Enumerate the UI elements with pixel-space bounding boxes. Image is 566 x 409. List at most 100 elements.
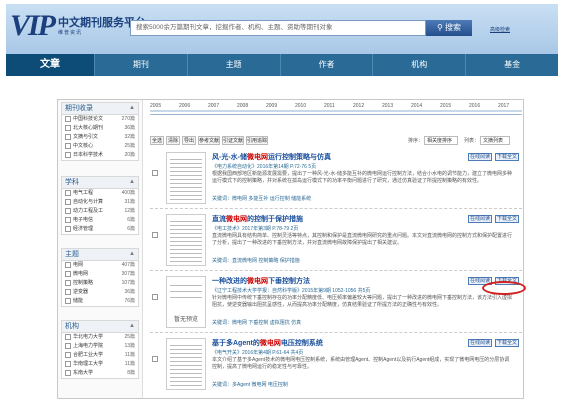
advanced-search-link[interactable]: 高级检索 bbox=[490, 26, 510, 33]
facet-item[interactable]: 东南大学 8篇 bbox=[62, 369, 138, 378]
timeline-year[interactable]: 2012 bbox=[353, 103, 364, 109]
result-checkbox[interactable] bbox=[152, 232, 158, 238]
timeline-year[interactable]: 2006 bbox=[179, 103, 190, 109]
nav-tab-articles[interactable]: 文章 bbox=[6, 54, 95, 76]
download-button[interactable]: 下载全文 bbox=[495, 153, 519, 161]
checkbox[interactable] bbox=[65, 225, 71, 232]
nav-tab-institutions[interactable]: 机构 bbox=[373, 54, 467, 76]
search-button[interactable]: ⚲ 搜索 bbox=[426, 20, 472, 36]
nav-tab-topics[interactable]: 主题 bbox=[188, 54, 281, 76]
facet-item[interactable]: 中国科技论文 270篇 bbox=[62, 115, 138, 124]
checkbox[interactable] bbox=[65, 297, 71, 304]
chevron-up-icon[interactable]: ▲ bbox=[129, 177, 135, 188]
facet-item[interactable]: 华南理工大学 11篇 bbox=[62, 360, 138, 369]
facet-item[interactable]: 北大核心期刊 36篇 bbox=[62, 124, 138, 133]
facet-item[interactable]: 微电网 307篇 bbox=[62, 270, 138, 279]
timeline-year[interactable]: 2014 bbox=[411, 103, 422, 109]
facet-item[interactable]: 电网 407篇 bbox=[62, 261, 138, 270]
result-meta[interactable]: 《辽宁工程技术大学学报：自然科学版》2015年第9期 1052-1056 共5页 bbox=[212, 287, 370, 294]
result-title[interactable]: 基于多Agent的微电网电压控制系统 bbox=[212, 338, 323, 348]
result-meta[interactable]: 《电气开关》2016年第4期 P.61-64 共4页 bbox=[212, 349, 303, 356]
chevron-up-icon[interactable]: ▲ bbox=[129, 249, 135, 260]
checkbox[interactable] bbox=[65, 115, 71, 122]
checkbox[interactable] bbox=[65, 261, 71, 268]
download-button[interactable]: 下载全文 bbox=[495, 215, 519, 223]
result-keywords[interactable]: 关键词：多Agent 微电网 电压控制 bbox=[212, 381, 288, 388]
nav-tab-journals[interactable]: 期刊 bbox=[95, 54, 188, 76]
result-meta[interactable]: 《电力系统自动化》2016年第14期 P.72-76 5页 bbox=[212, 163, 316, 170]
export-button[interactable]: 导出 bbox=[182, 136, 196, 145]
result-title[interactable]: 风-光-水-储微电网运行控制策略与仿真 bbox=[212, 152, 331, 162]
checkbox[interactable] bbox=[65, 270, 71, 277]
result-title[interactable]: 直流微电网的控制于保护措施 bbox=[212, 214, 303, 224]
timeline-year[interactable]: 2005 bbox=[150, 103, 161, 109]
download-button[interactable]: 下载全文 bbox=[495, 339, 519, 347]
result-meta[interactable]: 《电工技术》2017年第3期 P.78-79 2页 bbox=[212, 225, 298, 232]
site-logo[interactable]: VIP 中文期刊服务平台 维普资讯 bbox=[10, 11, 146, 41]
timeline-year[interactable]: 2016 bbox=[469, 103, 480, 109]
result-thumbnail[interactable] bbox=[166, 152, 206, 204]
checkbox[interactable] bbox=[65, 351, 71, 358]
chevron-up-icon[interactable]: ▲ bbox=[129, 321, 135, 332]
checkbox[interactable] bbox=[65, 151, 71, 158]
facet-item[interactable]: 动力工程及工 12篇 bbox=[62, 207, 138, 216]
year-timeline[interactable]: 2005 2006 2007 2008 2009 2010 2011 2012 … bbox=[150, 100, 522, 115]
checkbox[interactable] bbox=[65, 216, 71, 223]
result-checkbox[interactable] bbox=[152, 356, 158, 362]
facet-item[interactable]: 逆变器 36篇 bbox=[62, 288, 138, 297]
timeline-year[interactable]: 2011 bbox=[324, 103, 335, 109]
search-input[interactable]: 搜索5000余万篇期刊文章，挖掘作者、机构、主题、资助等期刊对象 bbox=[130, 20, 426, 36]
facet-item[interactable]: 文摘与引文 32篇 bbox=[62, 133, 138, 142]
result-title[interactable]: 一种改进的微电网下垂控制方法 bbox=[212, 276, 310, 286]
checkbox[interactable] bbox=[65, 133, 71, 140]
timeline-year[interactable]: 2010 bbox=[295, 103, 306, 109]
citation-tracking-button[interactable]: 引用追踪 bbox=[246, 136, 268, 145]
timeline-year[interactable]: 2007 bbox=[208, 103, 219, 109]
citations-button[interactable]: 引证文献 bbox=[222, 136, 244, 145]
checkbox[interactable] bbox=[65, 288, 71, 295]
facet-item[interactable]: 中文核心 25篇 bbox=[62, 142, 138, 151]
timeline-year[interactable]: 2015 bbox=[440, 103, 451, 109]
select-all-button[interactable]: 全选 bbox=[150, 136, 164, 145]
facet-item[interactable]: 储能 76篇 bbox=[62, 297, 138, 306]
facet-item[interactable]: 电子电信 6篇 bbox=[62, 216, 138, 225]
read-online-button[interactable]: 在线阅读 bbox=[468, 339, 492, 347]
read-online-button[interactable]: 在线阅读 bbox=[468, 153, 492, 161]
chevron-up-icon[interactable]: ▲ bbox=[129, 103, 135, 114]
timeline-year[interactable]: 2008 bbox=[237, 103, 248, 109]
result-checkbox[interactable] bbox=[152, 294, 158, 300]
references-button[interactable]: 参考文献 bbox=[198, 136, 220, 145]
result-thumbnail[interactable] bbox=[166, 214, 206, 266]
read-online-button[interactable]: 在线阅读 bbox=[468, 215, 492, 223]
facet-item[interactable]: 日本科学技术 20篇 bbox=[62, 151, 138, 160]
nav-tab-authors[interactable]: 作者 bbox=[281, 54, 374, 76]
result-keywords[interactable]: 关键词：微电网 多能互补 运行控制 储能系统 bbox=[212, 195, 311, 202]
facet-item[interactable]: 华北电力大学 25篇 bbox=[62, 333, 138, 342]
checkbox[interactable] bbox=[65, 189, 71, 196]
result-keywords[interactable]: 关键词：微电网 下垂控制 虚拟阻抗 仿真 bbox=[212, 319, 301, 326]
facet-item[interactable]: 控制策略 107篇 bbox=[62, 279, 138, 288]
checkbox[interactable] bbox=[65, 342, 71, 349]
facet-item[interactable]: 上海电力学院 13篇 bbox=[62, 342, 138, 351]
timeline-year[interactable]: 2013 bbox=[382, 103, 393, 109]
checkbox[interactable] bbox=[65, 207, 71, 214]
checkbox[interactable] bbox=[65, 360, 71, 367]
facet-item[interactable]: 经济管理 6篇 bbox=[62, 225, 138, 234]
result-keywords[interactable]: 关键词：直流微电网 控制策略 保护措施 bbox=[212, 257, 300, 264]
facet-item[interactable]: 自动化与计算 31篇 bbox=[62, 198, 138, 207]
result-checkbox[interactable] bbox=[152, 170, 158, 176]
nav-tab-funds[interactable]: 基金 bbox=[466, 54, 558, 76]
checkbox[interactable] bbox=[65, 198, 71, 205]
sort-select[interactable]: 相关度排序 bbox=[424, 136, 458, 145]
view-select[interactable]: 文摘列表 bbox=[480, 136, 510, 145]
result-thumbnail[interactable]: 暂无预览 bbox=[166, 276, 206, 328]
checkbox[interactable] bbox=[65, 369, 71, 376]
facet-item[interactable]: 合肥工业大学 11篇 bbox=[62, 351, 138, 360]
timeline-year[interactable]: 2009 bbox=[266, 103, 277, 109]
checkbox[interactable] bbox=[65, 333, 71, 340]
checkbox[interactable] bbox=[65, 279, 71, 286]
checkbox[interactable] bbox=[65, 142, 71, 149]
result-thumbnail[interactable] bbox=[166, 338, 206, 390]
clear-button[interactable]: 清除 bbox=[166, 136, 180, 145]
timeline-year[interactable]: 2017 bbox=[498, 103, 509, 109]
